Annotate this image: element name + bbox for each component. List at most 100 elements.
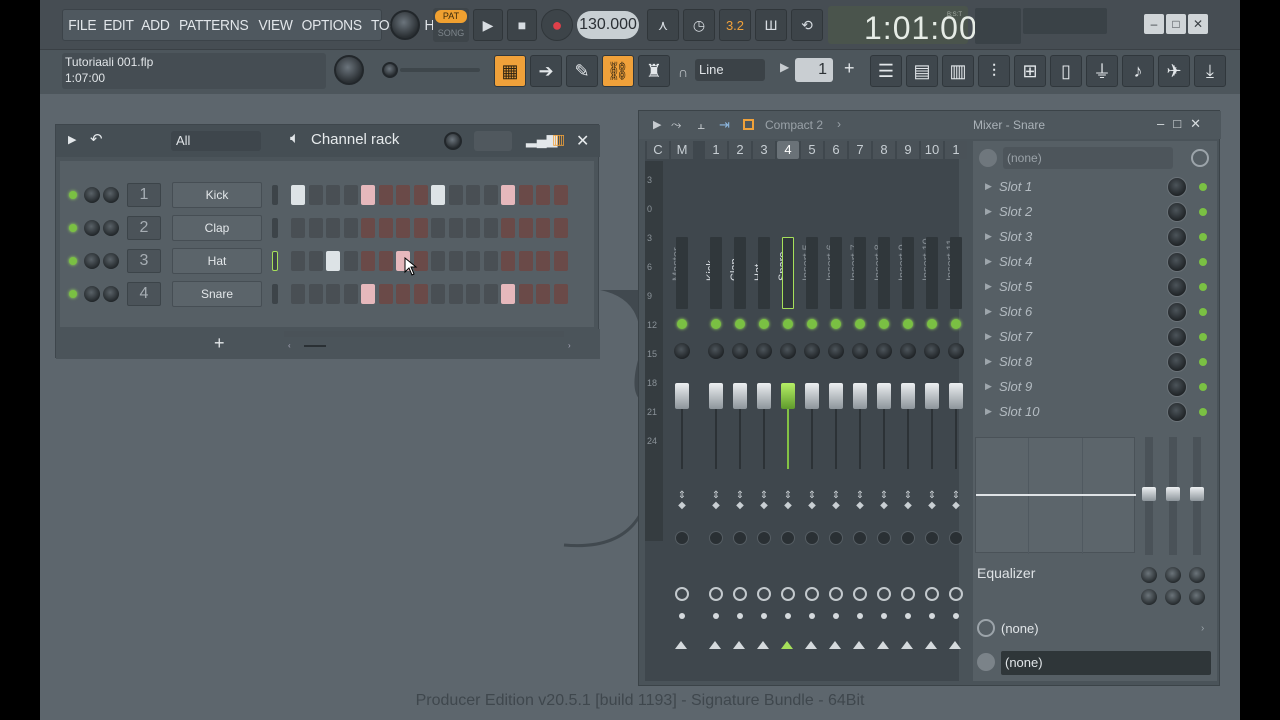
slot-enable-led[interactable] <box>1199 333 1207 341</box>
track-volume-fader[interactable] <box>781 383 795 409</box>
playlist-button[interactable]: ☰ <box>870 55 902 87</box>
track-send-dot[interactable] <box>881 613 887 619</box>
track-send-dot[interactable] <box>833 613 839 619</box>
steps-icon[interactable]: ▥ <box>552 131 565 148</box>
menu-add[interactable]: ADD <box>142 17 171 34</box>
fx-slot[interactable]: ▶ Slot 2 <box>977 200 1213 224</box>
slot-mix-knob[interactable] <box>1167 402 1187 422</box>
close-icon[interactable]: ✕ <box>576 131 589 151</box>
step-button[interactable] <box>483 284 498 304</box>
menu-edit[interactable]: EDIT <box>104 17 135 34</box>
channel-select[interactable] <box>272 185 278 205</box>
output-arrow-icon[interactable]: › <box>1201 623 1204 634</box>
eq-high-bw-knob[interactable] <box>1189 589 1205 605</box>
master-slider[interactable] <box>400 68 480 72</box>
output-latency-icon[interactable] <box>977 619 995 637</box>
maximize-icon[interactable]: □ <box>1173 116 1181 132</box>
eq-low-bw-knob[interactable] <box>1141 589 1157 605</box>
mixer-preset[interactable]: Compact 2 <box>765 118 823 132</box>
piano-roll-button[interactable]: ▦ <box>494 55 526 87</box>
slot-expand-icon[interactable]: ▶ <box>985 206 992 217</box>
eq-graph[interactable] <box>975 437 1136 554</box>
step-button[interactable] <box>326 218 340 238</box>
track-volume-fader[interactable] <box>805 383 819 409</box>
fx-slot[interactable]: ▶ Slot 1 <box>977 175 1213 199</box>
fx-slot[interactable]: ▶ Slot 7 <box>977 325 1213 349</box>
step-button[interactable] <box>501 251 515 271</box>
close-icon[interactable]: ✕ <box>1190 116 1201 132</box>
track-stereo-knob[interactable] <box>805 531 819 545</box>
channel-pan-knob[interactable] <box>103 286 119 302</box>
step-button[interactable] <box>308 185 323 205</box>
track-latency-icon[interactable] <box>675 587 689 601</box>
track-stereo-knob[interactable] <box>709 531 723 545</box>
menu-options[interactable]: OPTIONS <box>301 17 361 34</box>
track-volume-fader[interactable] <box>853 383 867 409</box>
send-icon[interactable]: ⫠ <box>697 117 705 133</box>
channel-mixer-track[interactable]: 1 <box>127 183 161 207</box>
main-volume-knob[interactable] <box>390 10 420 40</box>
step-button[interactable] <box>378 185 393 205</box>
eq-mid-bw-knob[interactable] <box>1165 589 1181 605</box>
output-select-1[interactable]: (none) <box>1001 621 1039 636</box>
track-send-dot[interactable] <box>737 613 743 619</box>
mixer-menu-icon[interactable]: ▶ <box>653 118 661 131</box>
track-pan-knob[interactable] <box>924 343 940 359</box>
track-number[interactable]: 8 <box>873 141 895 159</box>
track-number[interactable]: 3 <box>753 141 775 159</box>
step-button[interactable] <box>291 284 305 304</box>
step-button[interactable] <box>466 251 480 271</box>
channel-on-led[interactable] <box>69 290 77 298</box>
step-button[interactable] <box>448 284 463 304</box>
channel-mixer-track[interactable]: 2 <box>127 216 161 240</box>
track-stereo-knob[interactable] <box>877 531 891 545</box>
track-send-arrow-icon[interactable] <box>781 641 793 649</box>
add-pattern-icon[interactable]: + <box>844 58 855 79</box>
step-button[interactable] <box>361 218 375 238</box>
step-button[interactable] <box>396 218 410 238</box>
track-send-arrow-icon[interactable] <box>925 641 937 649</box>
track-send-arrow-icon[interactable] <box>949 641 961 649</box>
track-number[interactable]: 1 <box>945 141 967 159</box>
step-button[interactable] <box>308 284 323 304</box>
slot-expand-icon[interactable]: ▶ <box>985 331 992 342</box>
step-button[interactable] <box>536 218 550 238</box>
fx-slot[interactable]: ▶ Slot 3 <box>977 225 1213 249</box>
step-button[interactable] <box>553 185 568 205</box>
eq-mid-freq-knob[interactable] <box>1165 567 1181 583</box>
track-latency-icon[interactable] <box>805 587 819 601</box>
track-pan-knob[interactable] <box>780 343 796 359</box>
mixer-track[interactable]: Clap⇕◆ <box>729 161 751 676</box>
step-button[interactable] <box>483 185 498 205</box>
step-button[interactable] <box>448 185 463 205</box>
track-enable-led[interactable] <box>903 319 913 329</box>
track-enable-led[interactable] <box>783 319 793 329</box>
mixer-track[interactable]: Master⇕◆ <box>671 161 693 676</box>
track-stereo-knob[interactable] <box>829 531 843 545</box>
track-send-dot[interactable] <box>679 613 685 619</box>
step-button[interactable] <box>501 284 515 304</box>
track-latency-icon[interactable] <box>949 587 963 601</box>
channel-pan-knob[interactable] <box>103 253 119 269</box>
channel-rack-button[interactable]: ▥ <box>942 55 974 87</box>
mixer-track[interactable]: Insert 9⇕◆ <box>897 161 919 676</box>
step-button[interactable] <box>343 218 358 238</box>
eq-low-fader[interactable] <box>1142 437 1156 555</box>
step-button[interactable] <box>466 284 480 304</box>
track-send-arrow-icon[interactable] <box>877 641 889 649</box>
slot-expand-icon[interactable]: ▶ <box>985 181 992 192</box>
output-select-2[interactable]: (none) <box>1001 651 1211 675</box>
slot-mix-knob[interactable] <box>1167 377 1187 397</box>
stereo-separation-icon[interactable]: ⇕ ◆ <box>925 491 939 511</box>
step-button[interactable] <box>413 284 428 304</box>
mixer-track[interactable]: Insert 5⇕◆ <box>801 161 823 676</box>
record-button[interactable]: ● <box>541 9 573 41</box>
track-number[interactable]: C <box>647 141 669 159</box>
track-number[interactable]: M <box>671 141 693 159</box>
track-pan-knob[interactable] <box>900 343 916 359</box>
channel-name-button[interactable]: Hat <box>172 248 262 274</box>
step-button[interactable] <box>553 251 568 271</box>
stereo-separation-icon[interactable]: ⇕ ◆ <box>949 491 963 511</box>
channel-volume-knob[interactable] <box>84 220 100 236</box>
step-button[interactable] <box>536 251 550 271</box>
